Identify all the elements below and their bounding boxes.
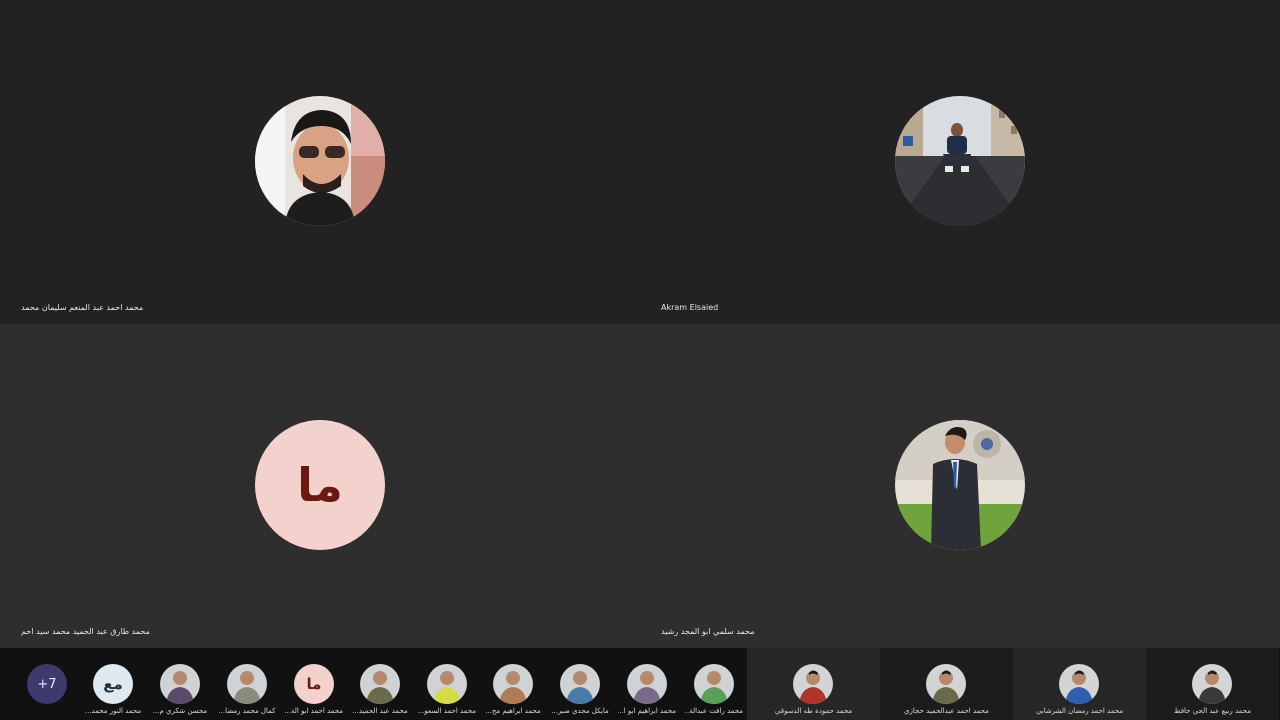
strip-photo-avatar [227,664,267,704]
participant-name-2: Akram Elsaied [661,303,719,312]
more-participants-badge: +7 [27,664,67,704]
strip-photo-avatar [427,664,467,704]
strip-photo-avatar [493,664,533,704]
participant-strip: +7 مع محمد النور محمد... محسن شكري م... كما… [0,648,1280,720]
participant-name-1: محمد احمد عبد المنعم سليمان محمد [21,303,144,312]
participant-avatar-2 [895,96,1025,226]
strip-participant-large[interactable]: محمد احمد عبدالحميد حجازي [880,648,1013,720]
strip-participant-large[interactable]: محمد حمودة طه الدسوقي [747,648,880,720]
participant-initials-avatar-3: ما [255,420,385,550]
strip-participant[interactable]: محمد عبد الحميد... [352,648,421,720]
strip-photo-avatar [793,664,833,704]
strip-participant-name: محمد النور محمد... [84,707,142,715]
strip-photo-avatar [1059,664,1099,704]
strip-participant-name: محمد احمد السعو... [418,707,476,715]
strip-participant-name: محمد حمودة طه الدسوقي [774,707,853,715]
strip-initials-avatar: مع [93,664,133,704]
more-participants-button[interactable]: +7 [24,648,70,720]
strip-photo-avatar [360,664,400,704]
strip-photo-avatar [160,664,200,704]
strip-participant-name: محمد ربيع عبد الحي حافظ [1174,707,1251,715]
strip-participant-name: محمد ابراهيم مح... [485,707,541,715]
strip-photo-avatar [560,664,600,704]
strip-participant[interactable]: محمد ابراهيم مح... [485,648,554,720]
strip-photo-avatar [627,664,667,704]
strip-participant[interactable]: مع محمد النور محمد... [85,648,154,720]
strip-participant-name: محمد رافت عبدالة... [685,707,743,715]
strip-participant[interactable]: محمد رافت عبدالة... [685,648,755,720]
strip-participant[interactable]: محسن شكري م... [153,648,221,720]
strip-participant-name: محمد ابراهيم ابو ا... [618,707,676,715]
strip-initials-avatar: ما [294,664,334,704]
strip-participant[interactable]: كمال محمد رمضا... [218,648,288,720]
participant-avatar-4 [895,420,1025,550]
strip-participant-name: مايكل مجدي صبر... [551,707,609,715]
participant-name-3: محمد طارق عبد الحميد محمد سيد احم [21,627,150,636]
participant-avatar-1 [255,96,385,226]
strip-participant-name: محمد عبد الحميد... [352,707,408,715]
strip-photo-avatar [1192,664,1232,704]
strip-participant[interactable]: مايكل مجدي صبر... [551,648,621,720]
participant-name-4: محمد سلمي ابو المجد رشيد [661,627,755,636]
strip-participant[interactable]: ما محمد احمد ابو الة... [285,648,355,720]
strip-participant-name: محمد احمد رمضان الشرشابي [1035,707,1124,715]
participant-tile-2[interactable]: Akram Elsaied [640,0,1280,324]
participant-tile-4[interactable]: محمد سلمي ابو المجد رشيد [640,324,1280,648]
strip-participant-name: محسن شكري م... [152,707,208,715]
strip-participant[interactable]: محمد ابراهيم ابو ا... [618,648,688,720]
video-call-stage: محمد احمد عبد المنعم سليمان محمد Akram E… [0,0,1280,720]
strip-participant-name: كمال محمد رمضا... [218,707,276,715]
strip-participant-large[interactable]: محمد ربيع عبد الحي حافظ [1146,648,1279,720]
strip-photo-avatar [694,664,734,704]
strip-participant-name: محمد احمد عبدالحميد حجازي [904,707,989,715]
participant-tile-1[interactable]: محمد احمد عبد المنعم سليمان محمد [0,0,640,324]
strip-participant-name: محمد احمد ابو الة... [285,707,343,715]
strip-participant-large[interactable]: محمد احمد رمضان الشرشابي [1013,648,1146,720]
strip-participant[interactable]: محمد احمد السعو... [418,648,488,720]
strip-photo-avatar [926,664,966,704]
participant-tile-3[interactable]: ما محمد طارق عبد الحميد محمد سيد احم [0,324,640,648]
